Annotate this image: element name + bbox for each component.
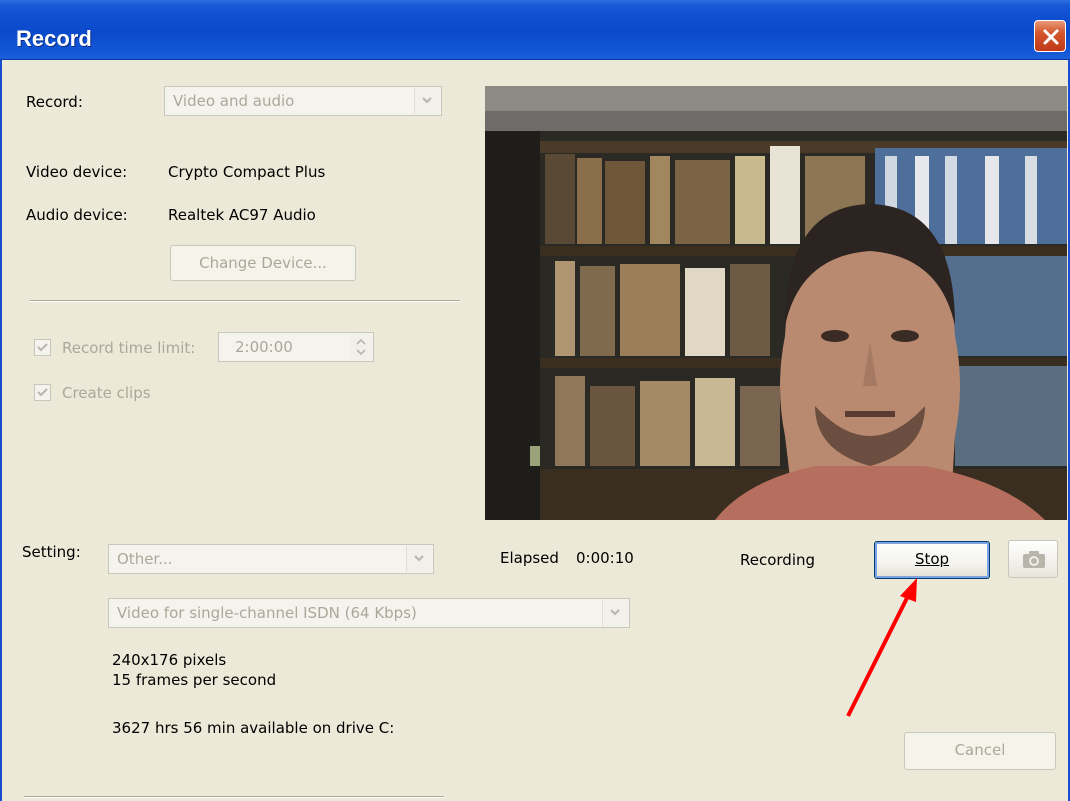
camera-icon (1023, 551, 1045, 568)
close-icon (1043, 29, 1059, 45)
time-limit-spinner[interactable]: 2:00:00 (218, 332, 374, 362)
close-button[interactable] (1034, 20, 1066, 52)
elapsed-value: 0:00:10 (576, 549, 634, 567)
video-device-label: Video device: (26, 163, 128, 181)
red-arrow-annotation (846, 578, 917, 717)
title-bar[interactable]: Record (0, 0, 1070, 60)
dropdown-button[interactable] (602, 600, 628, 626)
create-clips-label: Create clips (62, 384, 151, 402)
cancel-label: Cancel (954, 741, 1006, 759)
recording-status: Recording (740, 551, 816, 569)
dropdown-button[interactable] (406, 546, 432, 572)
video-device-value: Crypto Compact Plus (168, 163, 326, 181)
separator-top (30, 300, 460, 302)
spinner-arrows[interactable] (350, 334, 372, 360)
change-device-button[interactable]: Change Device... (170, 245, 356, 281)
chevron-down-icon (422, 97, 432, 104)
time-limit-value: 2:00:00 (235, 338, 293, 356)
framerate-text: 15 frames per second (112, 671, 277, 689)
spinner-icon (356, 338, 366, 356)
setting-label: Setting: (22, 543, 81, 561)
audio-device-label: Audio device: (26, 206, 128, 224)
time-limit-checkbox[interactable] (34, 339, 51, 356)
video-preview (485, 86, 1067, 520)
dropdown-button[interactable] (414, 88, 440, 114)
checkmark-icon (37, 388, 48, 397)
separator-bottom (24, 796, 444, 798)
snapshot-button[interactable] (1008, 540, 1058, 578)
change-device-label: Change Device... (199, 254, 327, 272)
elapsed-label: Elapsed (500, 549, 559, 567)
setting-format-combo[interactable]: Video for single-channel ISDN (64 Kbps) (108, 598, 630, 628)
setting-profile-value: Other... (117, 550, 173, 568)
webcam-frame-image (485, 86, 1067, 520)
time-limit-label: Record time limit: (62, 339, 196, 357)
audio-device-value: Realtek AC97 Audio (168, 206, 316, 224)
chevron-down-icon (414, 555, 424, 562)
disk-available-text: 3627 hrs 56 min available on drive C: (112, 719, 395, 737)
cancel-button[interactable]: Cancel (904, 732, 1056, 770)
checkmark-icon (37, 343, 48, 352)
chevron-down-icon (610, 609, 620, 616)
setting-profile-combo[interactable]: Other... (108, 544, 434, 574)
window-title: Record (16, 26, 92, 51)
record-mode-value: Video and audio (173, 92, 295, 110)
resolution-text: 240x176 pixels (112, 651, 227, 669)
setting-format-value: Video for single-channel ISDN (64 Kbps) (117, 604, 417, 622)
record-mode-combo[interactable]: Video and audio (164, 86, 442, 116)
record-label: Record: (26, 93, 83, 111)
stop-label: Stop (914, 550, 950, 568)
create-clips-checkbox[interactable] (34, 384, 51, 401)
